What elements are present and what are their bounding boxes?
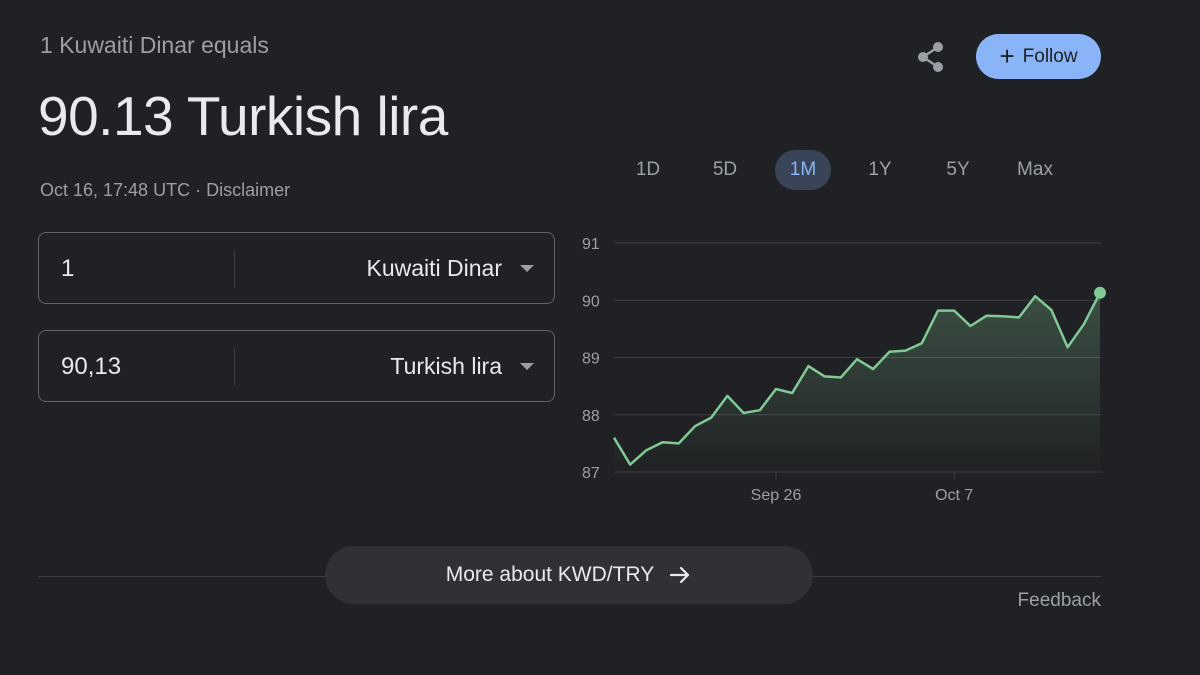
conversion-result: 90.13 Turkish lira xyxy=(38,85,448,147)
field-divider xyxy=(234,348,235,386)
y-tick-label: 89 xyxy=(582,351,600,368)
more-about-label: More about KWD/TRY xyxy=(445,563,655,586)
range-tab-5y[interactable]: 5Y xyxy=(930,150,986,190)
to-amount-input[interactable]: 90,13 xyxy=(61,353,121,381)
timestamp-separator: · xyxy=(190,180,207,200)
y-tick-label: 91 xyxy=(582,236,600,253)
x-tick-label: Sep 26 xyxy=(751,487,802,504)
follow-label: Follow xyxy=(1022,45,1078,67)
range-tab-1d[interactable]: 1D xyxy=(620,150,676,190)
range-tab-1m[interactable]: 1M xyxy=(775,150,831,190)
range-tab-max[interactable]: Max xyxy=(1007,150,1063,190)
more-about-button[interactable]: More about KWD/TRY xyxy=(325,546,813,604)
to-currency-select[interactable]: Turkish lira xyxy=(390,353,502,380)
from-currency-field: 1 Kuwaiti Dinar xyxy=(38,232,555,304)
feedback-link[interactable]: Feedback xyxy=(1018,590,1101,612)
y-tick-label: 90 xyxy=(582,293,600,310)
follow-button[interactable]: + Follow xyxy=(976,34,1101,79)
chevron-down-icon[interactable] xyxy=(520,265,534,272)
rate-timestamp-line: Oct 16, 17:48 UTC · Disclaimer xyxy=(40,180,290,201)
plus-icon: + xyxy=(999,40,1015,71)
exchange-rate-chart[interactable]: 87 88 89 90 91 Sep 26 Oct 7 xyxy=(560,225,1120,515)
share-icon xyxy=(918,42,943,72)
from-amount-input[interactable]: 1 xyxy=(61,255,74,283)
y-tick-label: 87 xyxy=(582,465,600,482)
arrow-right-icon xyxy=(670,566,690,584)
chevron-down-icon[interactable] xyxy=(520,363,534,370)
series-area xyxy=(614,292,1100,472)
rate-timestamp: Oct 16, 17:48 UTC xyxy=(40,180,191,200)
field-divider xyxy=(234,250,235,288)
y-tick-label: 88 xyxy=(582,408,600,425)
range-tab-5d[interactable]: 5D xyxy=(697,150,753,190)
conversion-subtitle: 1 Kuwaiti Dinar equals xyxy=(40,32,269,58)
share-button[interactable] xyxy=(912,38,950,76)
time-range-tabs: 1D 5D 1M 1Y 5Y Max xyxy=(610,150,1100,190)
x-tick-label: Oct 7 xyxy=(935,487,973,504)
to-currency-field: 90,13 Turkish lira xyxy=(38,330,555,402)
from-currency-select[interactable]: Kuwaiti Dinar xyxy=(367,255,503,282)
range-tab-1y[interactable]: 1Y xyxy=(852,150,908,190)
disclaimer-link[interactable]: Disclaimer xyxy=(206,180,290,200)
current-value-dot xyxy=(1094,286,1106,299)
